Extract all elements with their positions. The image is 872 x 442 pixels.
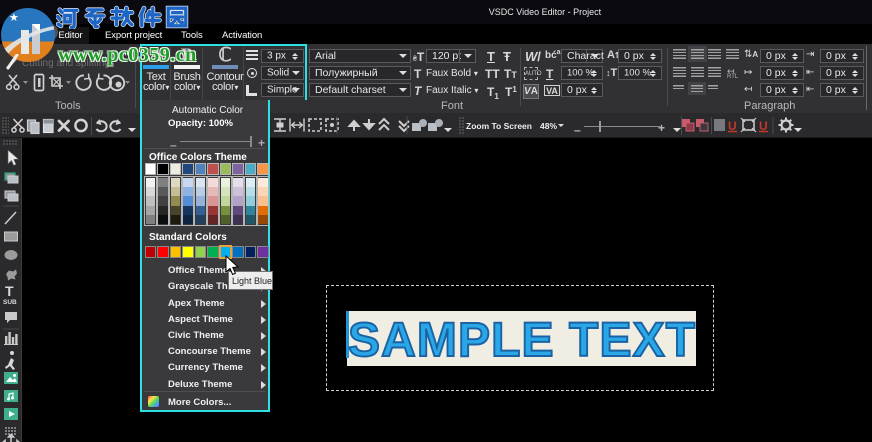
svg-text:T: T (5, 283, 14, 299)
svg-text:SUB: SUB (3, 299, 17, 306)
